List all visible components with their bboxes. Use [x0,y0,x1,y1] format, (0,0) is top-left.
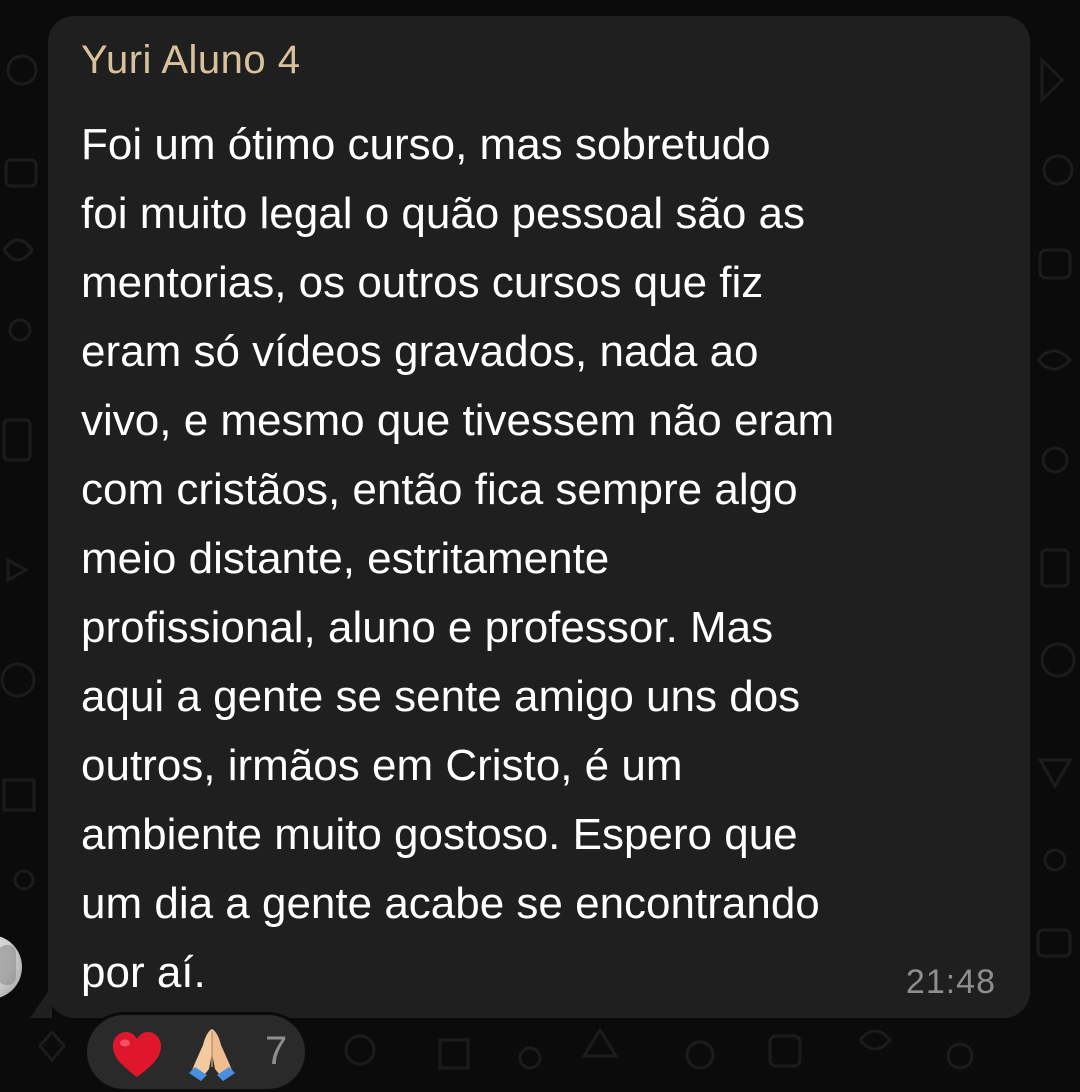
message-line: um dia a gente acabe se encontrando [81,879,820,928]
avatar-photo [0,945,16,985]
reaction-count: 7 [265,1029,288,1073]
message-line: vivo, e mesmo que tivessem não eram [81,396,835,445]
message-line: foi muito legal o quão pessoal são as [81,189,806,238]
message-line: ambiente muito gostoso. Espero que [81,810,798,859]
praying-hands-emoji-icon[interactable] [183,1023,241,1085]
message-line: eram só vídeos gravados, nada ao [81,327,759,376]
message-line: por aí. [81,948,206,997]
message-line: com cristãos, então fica sempre algo [81,465,798,514]
message-text: Foi um ótimo curso, mas sobretudo foi mu… [81,110,1021,1007]
reactions-bar[interactable]: 7 [84,1012,308,1092]
sender-name[interactable]: Yuri Aluno 4 [81,38,301,83]
message-line: meio distante, estritamente [81,534,610,583]
message-line: profissional, aluno e professor. Mas [81,603,774,652]
message-timestamp: 21:48 [905,963,996,1001]
message-line: aqui a gente se sente amigo uns dos [81,672,801,721]
message-line: mentorias, os outros cursos que fiz [81,258,764,307]
heart-emoji-icon[interactable] [109,1027,165,1083]
message-line: Foi um ótimo curso, mas sobretudo [81,120,771,169]
message-line: outros, irmãos em Cristo, é um [81,741,683,790]
message-bubble[interactable]: Yuri Aluno 4 Foi um ótimo curso, mas sob… [48,16,1030,1018]
